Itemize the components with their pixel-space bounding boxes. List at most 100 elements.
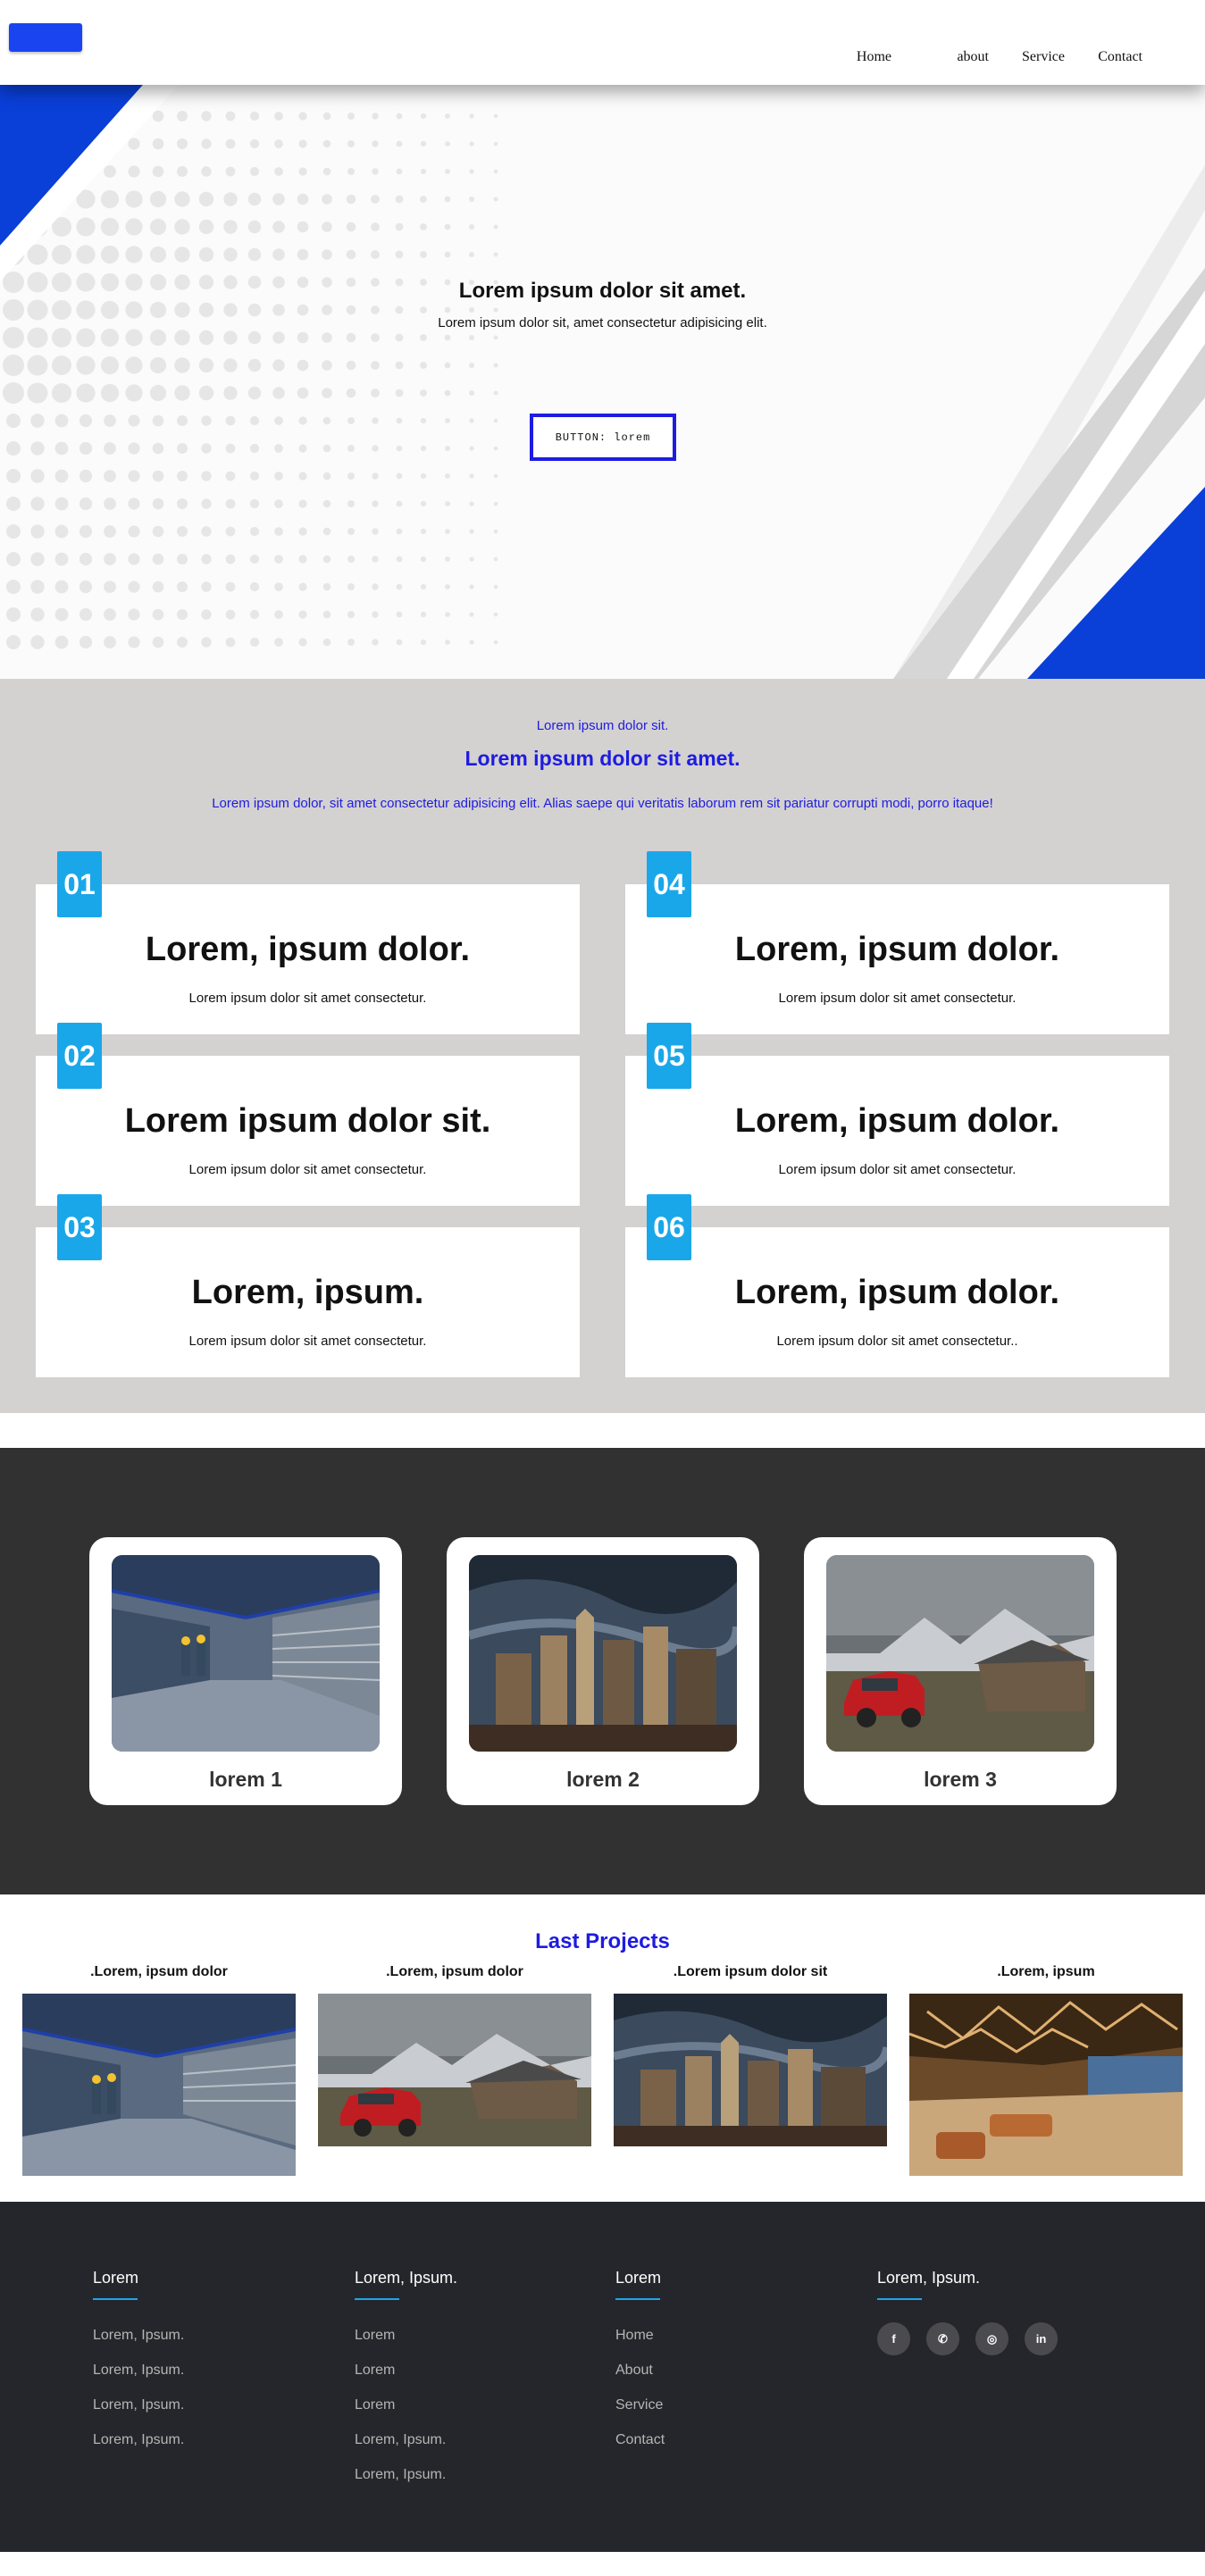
hero-dot — [420, 556, 427, 563]
hero-dot — [177, 471, 188, 481]
nav-service-link[interactable]: Service — [1022, 49, 1065, 65]
page-bottom-strip — [0, 2552, 1205, 2576]
facebook-icon[interactable]: f — [877, 2322, 910, 2355]
hero-dot — [272, 193, 285, 205]
hero-dot — [149, 218, 167, 236]
hero-dot — [274, 499, 283, 508]
hero-dot — [201, 443, 212, 454]
footer-title-underline — [877, 2298, 922, 2300]
hero-dot — [225, 138, 236, 149]
hero-dot — [201, 471, 212, 481]
hero-dot — [174, 247, 190, 263]
logo[interactable] — [9, 23, 82, 52]
hero-dot — [30, 524, 45, 539]
hero-dot — [30, 497, 45, 511]
footer-link-about[interactable]: About — [615, 2362, 848, 2396]
footer-link[interactable]: Lorem, Ipsum. — [93, 2431, 325, 2466]
footer-link[interactable]: Lorem, Ipsum. — [93, 2396, 325, 2431]
footer-link[interactable]: Lorem, Ipsum. — [93, 2327, 325, 2362]
hero-dot — [445, 556, 450, 562]
hero-dot — [79, 635, 93, 649]
hero-dot — [152, 636, 164, 648]
hero-dot — [104, 442, 116, 455]
gallery-caption: lorem 2 — [566, 1768, 640, 1791]
hero-dot — [322, 499, 331, 508]
footer-link-home[interactable]: Home — [615, 2327, 848, 2362]
linkedin-icon[interactable]: in — [1025, 2322, 1058, 2355]
hero-dot — [372, 445, 379, 452]
hero-dot — [444, 251, 451, 258]
card-text: Lorem ipsum dolor sit amet consectetur. — [188, 1162, 427, 1177]
hero-dot — [322, 638, 331, 647]
hero-dot — [347, 168, 355, 175]
hero-dot — [249, 138, 260, 149]
footer-column-title: Lorem — [615, 2269, 662, 2287]
hero-dot — [444, 306, 451, 314]
hero-dot — [30, 469, 45, 483]
hero-dot — [298, 527, 307, 536]
hero-dot — [128, 636, 140, 648]
hero-dot — [372, 639, 379, 646]
hero-dot — [174, 191, 190, 207]
hero-dot — [52, 328, 71, 347]
hero-dot — [420, 306, 427, 314]
nav-contact-link[interactable]: Contact — [1098, 49, 1142, 65]
footer-link-service[interactable]: Service — [615, 2396, 848, 2431]
hero-dot — [6, 497, 21, 511]
hero-dot — [104, 414, 116, 427]
hero-dot — [128, 553, 140, 565]
footer-link[interactable]: Lorem — [355, 2362, 587, 2396]
hero-dot — [149, 190, 167, 208]
hero-dot — [297, 304, 309, 316]
hero-dot — [420, 196, 427, 203]
hero-dot — [100, 189, 120, 209]
hero-dot — [54, 441, 69, 456]
hero-dot — [346, 249, 356, 260]
whatsapp-icon[interactable]: ✆ — [926, 2322, 959, 2355]
hero-dot — [445, 141, 450, 146]
hero-dot — [347, 473, 355, 480]
hero-dot — [225, 609, 236, 620]
hero-dot — [223, 330, 238, 345]
gallery-card[interactable]: lorem 2 — [447, 1537, 759, 1805]
gallery-card[interactable]: lorem 1 — [89, 1537, 402, 1805]
feature-card: 06 Lorem, ipsum dolor. Lorem ipsum dolor… — [625, 1194, 1169, 1377]
hero-dot — [371, 250, 380, 259]
hero-dot — [177, 554, 188, 565]
nav-home-link[interactable]: Home — [857, 49, 891, 65]
hero-dot — [396, 639, 403, 646]
hero-dot — [152, 608, 164, 621]
feature-card: 04 Lorem, ipsum dolor. Lorem ipsum dolor… — [625, 851, 1169, 1034]
footer-link[interactable]: Lorem, Ipsum. — [93, 2362, 325, 2396]
hero-dot — [104, 525, 116, 538]
hero-dot — [152, 165, 164, 178]
modern-interior-photo — [909, 1994, 1183, 2176]
hero-dot — [371, 333, 380, 342]
hero-dot — [30, 441, 45, 456]
hero-dot — [395, 305, 404, 314]
footer-link[interactable]: Lorem — [355, 2396, 587, 2431]
hero-dot — [201, 166, 212, 177]
hero-dot — [469, 113, 474, 119]
gallery-card[interactable]: lorem 3 — [804, 1537, 1117, 1805]
hero-dot — [201, 415, 212, 426]
hero-dot — [274, 167, 283, 176]
footer-link[interactable]: Lorem — [355, 2327, 587, 2362]
features-section: Lorem ipsum dolor sit. Lorem ipsum dolor… — [0, 679, 1205, 1413]
hero-background — [0, 85, 1205, 679]
hero-dot — [6, 524, 21, 539]
hero-dot — [54, 580, 69, 594]
nav-about-link[interactable]: about — [957, 49, 989, 65]
instagram-icon[interactable]: ◎ — [975, 2322, 1008, 2355]
hero-dot — [469, 584, 474, 590]
project-caption: .Lorem ipsum dolor sit — [673, 1964, 828, 1979]
hero-dot — [201, 581, 212, 592]
footer-link[interactable]: Lorem, Ipsum. — [355, 2431, 587, 2466]
hero-dot — [493, 640, 498, 645]
footer-link-contact[interactable]: Contact — [615, 2431, 848, 2466]
hero-dot — [347, 556, 355, 563]
footer-link[interactable]: Lorem, Ipsum. — [355, 2466, 587, 2501]
hero-dot — [198, 357, 214, 373]
hero-button[interactable]: BUTTON: lorem — [530, 414, 676, 461]
hero-dot — [3, 355, 24, 376]
